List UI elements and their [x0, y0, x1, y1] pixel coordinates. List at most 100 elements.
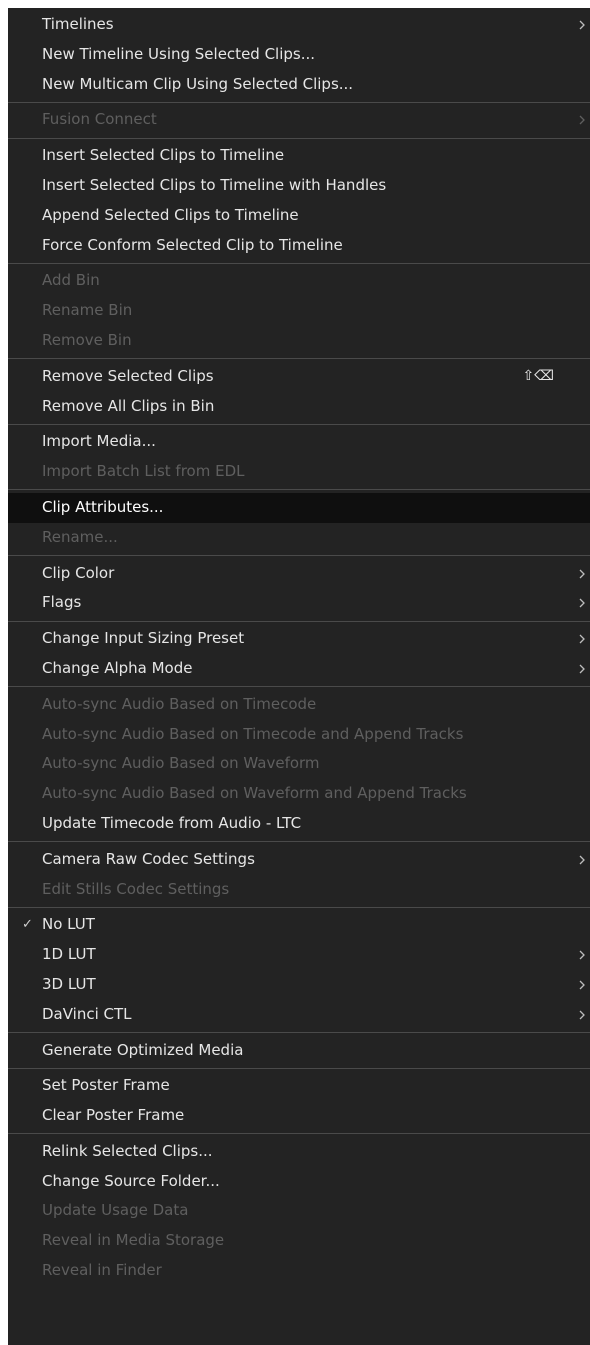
menu-item-label: Change Input Sizing Preset: [42, 629, 245, 648]
menu-item-auto-sync-audio-based-on-waveform-and-append-tracks: Auto-sync Audio Based on Waveform and Ap…: [8, 779, 590, 809]
menu-item-label: No LUT: [42, 915, 95, 934]
menu-separator: [8, 101, 590, 103]
menu-item-label: Update Usage Data: [42, 1201, 189, 1220]
chevron-right-icon: [578, 634, 586, 644]
menu-item-label: Auto-sync Audio Based on Timecode: [42, 694, 317, 713]
menu-item-rename: Rename...: [8, 523, 590, 553]
menu-separator: [8, 1067, 590, 1069]
menu-item-import-media[interactable]: Import Media...: [8, 427, 590, 457]
menu-item-new-multicam-clip-using-selected-clips[interactable]: New Multicam Clip Using Selected Clips..…: [8, 70, 590, 100]
menu-item-label: Rename Bin: [42, 301, 133, 320]
menu-item-label: Set Poster Frame: [42, 1076, 170, 1095]
menu-item-label: Timelines: [42, 15, 114, 33]
menu-separator: [8, 423, 590, 425]
menu-item-davinci-ctl[interactable]: DaVinci CTL: [8, 1000, 590, 1030]
menu-separator: [8, 555, 590, 557]
menu-item-clip-attributes[interactable]: Clip Attributes...: [8, 492, 590, 523]
menu-item-reveal-in-finder: Reveal in Finder: [8, 1256, 590, 1286]
menu-item-label: Edit Stills Codec Settings: [42, 879, 230, 898]
menu-item-relink-selected-clips[interactable]: Relink Selected Clips...: [8, 1137, 590, 1167]
menu-item-import-batch-list-from-edl: Import Batch List from EDL: [8, 457, 590, 487]
menu-item-label: Clear Poster Frame: [42, 1106, 185, 1125]
menu-item-label: 1D LUT: [42, 945, 96, 964]
menu-item-label: Remove Selected Clips: [42, 366, 214, 385]
menu-item-add-bin: Add Bin: [8, 266, 590, 296]
menu-item-label: Auto-sync Audio Based on Timecode and Ap…: [42, 724, 464, 743]
menu-item-label: 3D LUT: [42, 974, 96, 993]
menu-item-3d-lut[interactable]: 3D LUT: [8, 970, 590, 1000]
menu-item-label: Relink Selected Clips...: [42, 1141, 213, 1160]
menu-item-no-lut[interactable]: ✓ No LUT: [8, 910, 590, 940]
menu-separator: [8, 1032, 590, 1033]
menu-item-label: Clip Color: [42, 563, 115, 582]
menu-separator: [8, 906, 590, 908]
menu-separator: [8, 620, 590, 622]
menu-item-change-input-sizing-preset[interactable]: Change Input Sizing Preset: [8, 624, 590, 654]
menu-item-label: Insert Selected Clips to Timeline: [42, 146, 285, 165]
menu-item-timelines[interactable]: Timelines: [8, 10, 590, 40]
menu-item-label: Append Selected Clips to Timeline: [42, 205, 299, 224]
menu-item-label: Generate Optimized Media: [42, 1040, 244, 1059]
chevron-right-icon: [578, 950, 586, 960]
menu-item-insert-selected-clips-to-timeline[interactable]: Insert Selected Clips to Timeline: [8, 141, 590, 171]
menu-item-auto-sync-audio-based-on-timecode-and-append-tracks: Auto-sync Audio Based on Timecode and Ap…: [8, 720, 590, 750]
menu-separator: [8, 489, 590, 491]
menu-item-label: Flags: [42, 593, 82, 612]
menu-item-label: DaVinci CTL: [42, 1004, 132, 1023]
menu-item-remove-all-clips-in-bin[interactable]: Remove All Clips in Bin: [8, 392, 590, 422]
menu-item-label: Force Conform Selected Clip to Timeline: [42, 235, 343, 254]
menu-item-update-usage-data: Update Usage Data: [8, 1196, 590, 1226]
menu-separator: [8, 686, 590, 688]
menu-item-label: Reveal in Finder: [42, 1261, 162, 1280]
menu-separator: [8, 841, 590, 843]
menu-item-label: Change Source Folder...: [42, 1171, 220, 1190]
chevron-right-icon: [578, 598, 586, 608]
chevron-right-icon: [578, 664, 586, 674]
context-menu: Timelines New Timeline Using Selected Cli…: [8, 8, 590, 1345]
menu-item-flags[interactable]: Flags: [8, 588, 590, 618]
menu-item-new-timeline-using-selected-clips[interactable]: New Timeline Using Selected Clips...: [8, 40, 590, 70]
chevron-right-icon: [578, 980, 586, 990]
menu-item-remove-selected-clips[interactable]: Remove Selected Clips ⇧⌫: [8, 362, 590, 392]
menu-item-label: Fusion Connect: [42, 110, 157, 129]
menu-item-change-alpha-mode[interactable]: Change Alpha Mode: [8, 654, 590, 684]
menu-item-label: Import Media...: [42, 432, 156, 451]
menu-item-label: Camera Raw Codec Settings: [42, 849, 255, 868]
menu-item-reveal-in-media-storage: Reveal in Media Storage: [8, 1226, 590, 1256]
menu-item-label: Remove All Clips in Bin: [42, 396, 215, 415]
menu-item-label: New Multicam Clip Using Selected Clips..…: [42, 74, 354, 93]
chevron-right-icon: [578, 115, 586, 125]
menu-item-label: Rename...: [42, 527, 118, 546]
menu-item-update-timecode-from-audio-ltc[interactable]: Update Timecode from Audio - LTC: [8, 809, 590, 839]
menu-item-auto-sync-audio-based-on-waveform: Auto-sync Audio Based on Waveform: [8, 749, 590, 779]
menu-item-label: Auto-sync Audio Based on Waveform and Ap…: [42, 784, 467, 803]
menu-item-remove-bin: Remove Bin: [8, 326, 590, 356]
chevron-right-icon: [578, 1010, 586, 1020]
menu-item-label: Change Alpha Mode: [42, 658, 193, 677]
menu-item-1d-lut[interactable]: 1D LUT: [8, 940, 590, 970]
menu-item-force-conform-selected-clip-to-timeline[interactable]: Force Conform Selected Clip to Timeline: [8, 231, 590, 261]
chevron-right-icon: [578, 20, 586, 30]
menu-item-rename-bin: Rename Bin: [8, 296, 590, 326]
keyboard-shortcut: ⇧⌫: [522, 367, 554, 384]
menu-item-label: Auto-sync Audio Based on Waveform: [42, 754, 320, 773]
menu-item-label: Reveal in Media Storage: [42, 1231, 225, 1250]
menu-item-label: Remove Bin: [42, 330, 132, 349]
menu-item-camera-raw-codec-settings[interactable]: Camera Raw Codec Settings: [8, 845, 590, 875]
chevron-right-icon: [578, 569, 586, 579]
menu-item-edit-stills-codec-settings: Edit Stills Codec Settings: [8, 875, 590, 905]
menu-item-change-source-folder[interactable]: Change Source Folder...: [8, 1167, 590, 1197]
menu-item-append-selected-clips-to-timeline[interactable]: Append Selected Clips to Timeline: [8, 201, 590, 231]
checkmark-icon: ✓: [22, 917, 33, 933]
menu-item-generate-optimized-media[interactable]: Generate Optimized Media: [8, 1036, 590, 1066]
menu-separator: [8, 262, 590, 264]
menu-item-label: Insert Selected Clips to Timeline with H…: [42, 175, 387, 194]
menu-separator: [8, 137, 590, 139]
menu-item-label: New Timeline Using Selected Clips...: [42, 44, 316, 63]
menu-item-insert-selected-clips-to-timeline-with-handles[interactable]: Insert Selected Clips to Timeline with H…: [8, 171, 590, 201]
menu-item-label: Clip Attributes...: [42, 497, 164, 516]
menu-item-set-poster-frame[interactable]: Set Poster Frame: [8, 1071, 590, 1101]
menu-item-clear-poster-frame[interactable]: Clear Poster Frame: [8, 1101, 590, 1131]
menu-item-clip-color[interactable]: Clip Color: [8, 559, 590, 589]
menu-item-fusion-connect: Fusion Connect: [8, 105, 590, 135]
